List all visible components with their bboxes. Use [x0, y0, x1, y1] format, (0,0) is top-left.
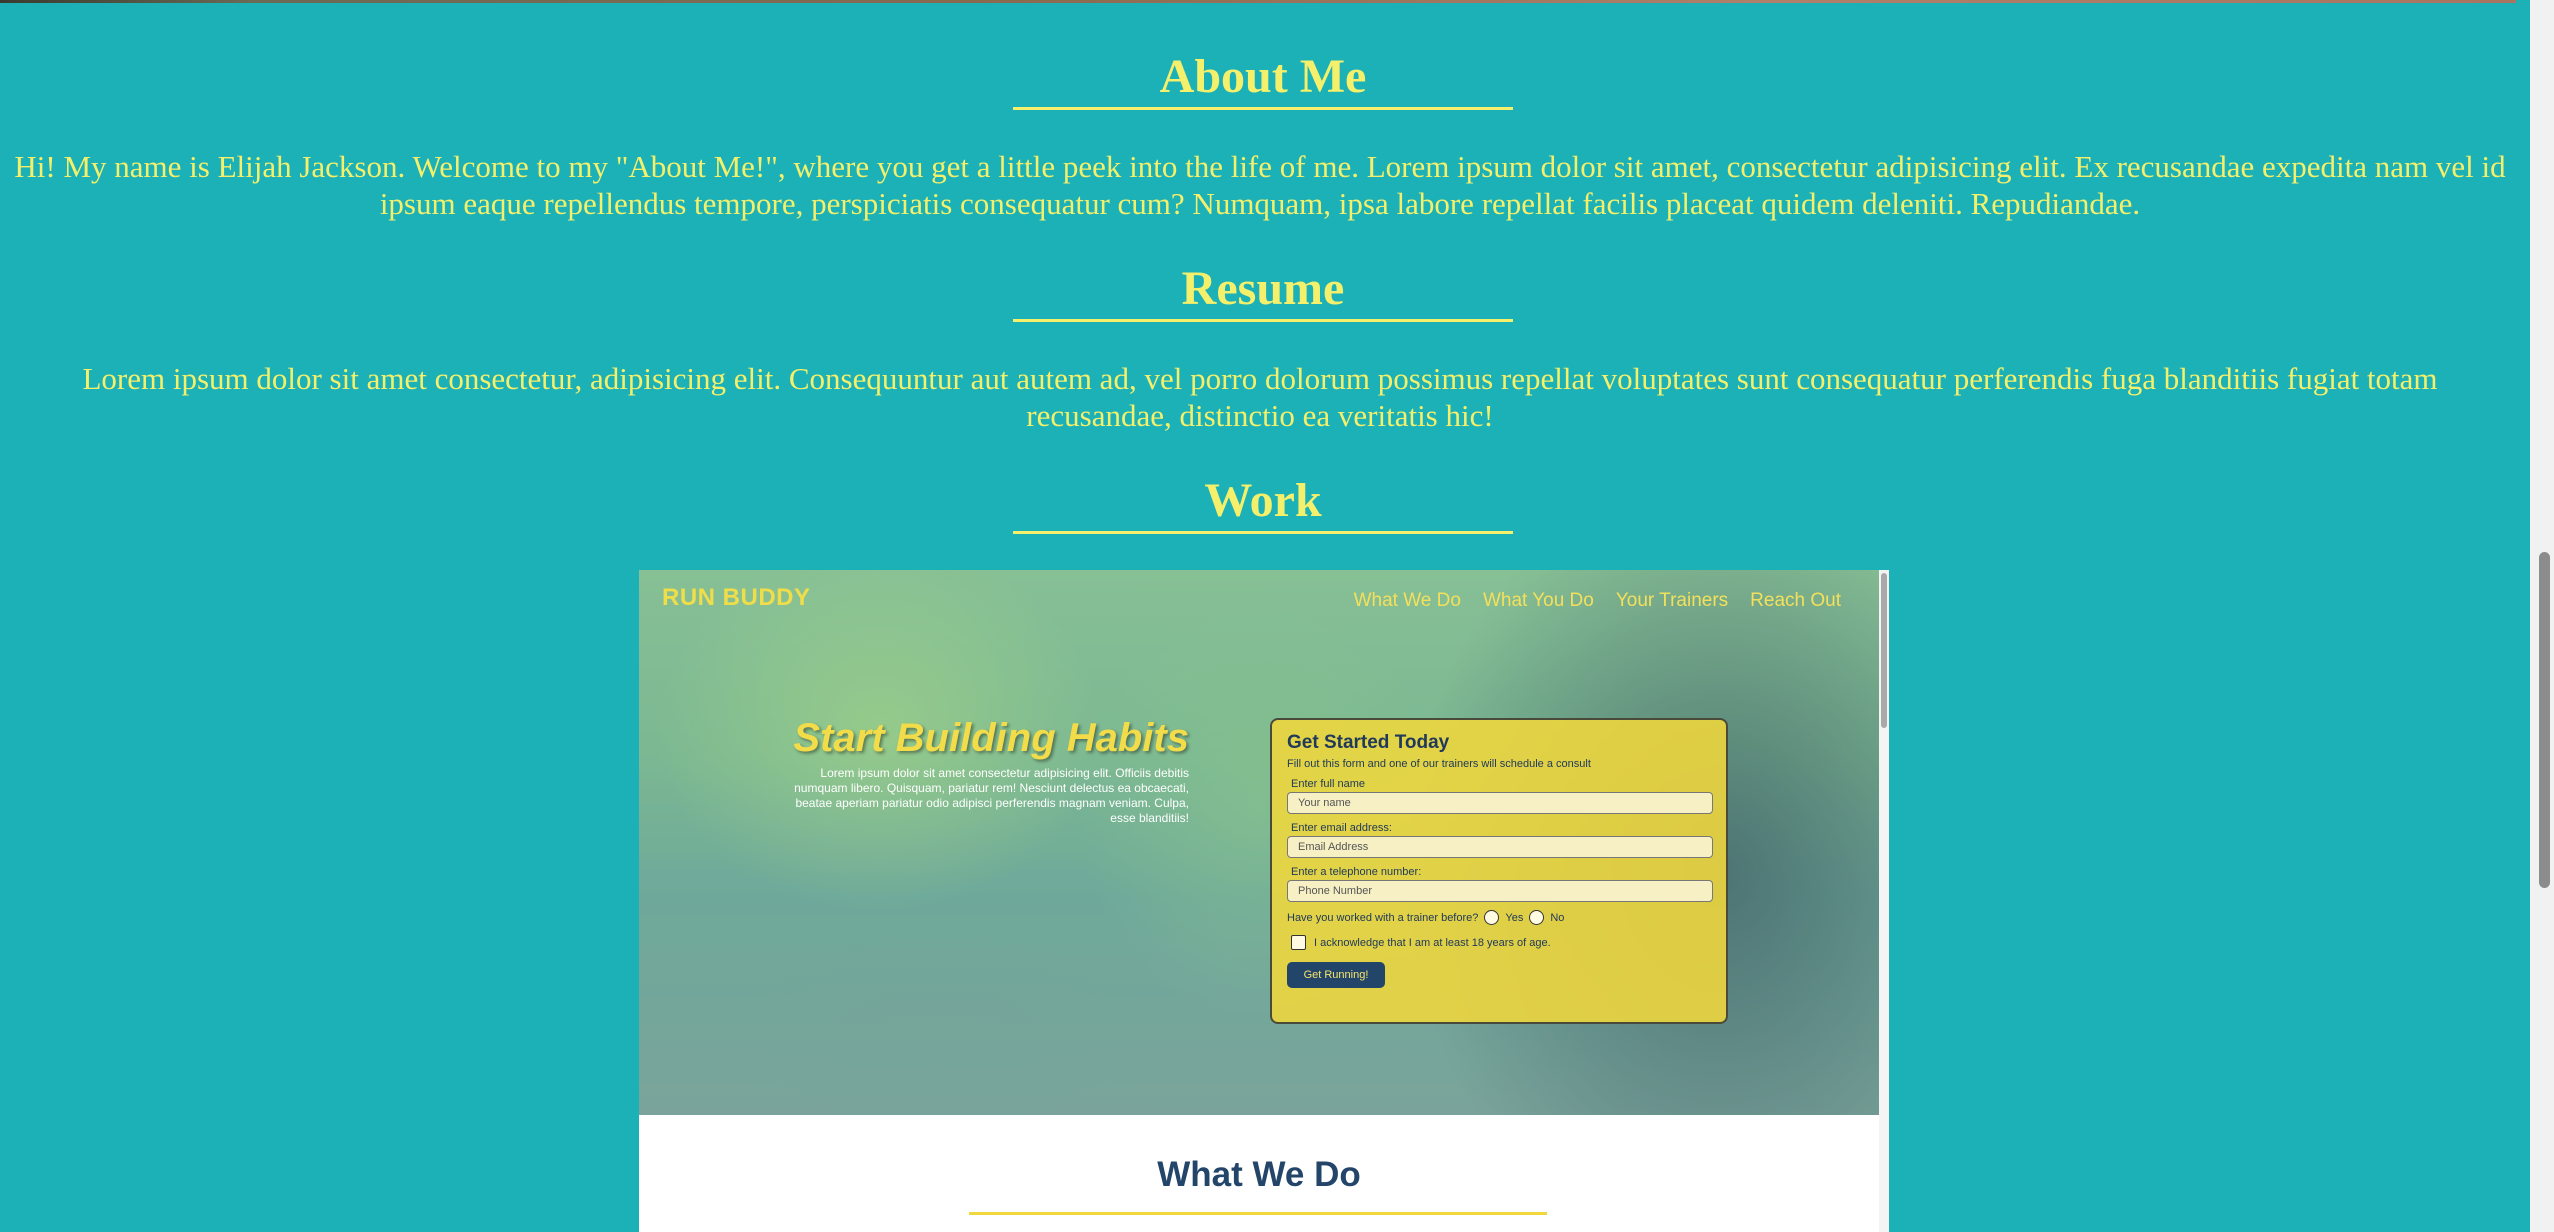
trainer-question: Have you worked with a trainer before? [1287, 911, 1479, 924]
email-field[interactable]: Email Address [1287, 836, 1713, 858]
name-field[interactable]: Your name [1287, 792, 1713, 814]
yes-label: Yes [1505, 911, 1524, 924]
name-label: Enter full name [1291, 778, 1365, 790]
project-hero-text: Lorem ipsum dolor sit amet consectetur a… [794, 766, 1189, 825]
work-heading: Work [1013, 471, 1513, 534]
project-hero: RUN BUDDY What We Do What You Do Your Tr… [639, 570, 1879, 1115]
project-what-we-do-heading: What We Do [1157, 1155, 1361, 1194]
project-hero-title: Start Building Habits [793, 716, 1189, 760]
project-brand: RUN BUDDY [662, 584, 811, 611]
work-project-screenshot[interactable]: RUN BUDDY What We Do What You Do Your Tr… [639, 570, 1889, 1232]
phone-label: Enter a telephone number: [1291, 866, 1422, 878]
project-nav-reach-out[interactable]: Reach Out [1750, 590, 1841, 612]
project-nav-what-we-do[interactable]: What We Do [1354, 590, 1461, 612]
no-label: No [1550, 911, 1565, 924]
project-signup-form: Get Started Today Fill out this form and… [1270, 718, 1728, 1024]
no-radio[interactable] [1529, 910, 1545, 925]
phone-field[interactable]: Phone Number [1287, 880, 1713, 902]
project-scrollbar-thumb[interactable] [1881, 573, 1887, 728]
email-label: Enter email address: [1291, 822, 1392, 834]
form-title: Get Started Today [1287, 732, 1450, 753]
resume-heading: Resume [1013, 259, 1513, 322]
form-subtitle: Fill out this form and one of our traine… [1287, 758, 1591, 770]
trainer-question-row: Have you worked with a trainer before? Y… [1287, 910, 1711, 925]
project-nav-your-trainers[interactable]: Your Trainers [1616, 590, 1728, 612]
about-heading: About Me [1013, 47, 1513, 110]
about-text: Hi! My name is Elijah Jackson. Welcome t… [14, 149, 2506, 221]
project-scrollbar[interactable] [1879, 570, 1889, 1232]
resume-text: Lorem ipsum dolor sit amet consectetur, … [82, 361, 2438, 433]
project-heading-underline [969, 1212, 1547, 1215]
project-nav: What We Do What You Do Your Trainers Rea… [1354, 590, 1841, 612]
yes-radio[interactable] [1484, 910, 1500, 925]
ack-checkbox[interactable] [1291, 935, 1306, 950]
page-scrollbar-thumb[interactable] [2539, 552, 2550, 888]
get-running-button[interactable]: Get Running! [1287, 962, 1385, 988]
project-nav-what-you-do[interactable]: What You Do [1483, 590, 1594, 612]
previous-image-edge [0, 0, 2516, 3]
ack-row: I acknowledge that I am at least 18 year… [1291, 935, 1711, 950]
ack-label: I acknowledge that I am at least 18 year… [1314, 936, 1551, 949]
